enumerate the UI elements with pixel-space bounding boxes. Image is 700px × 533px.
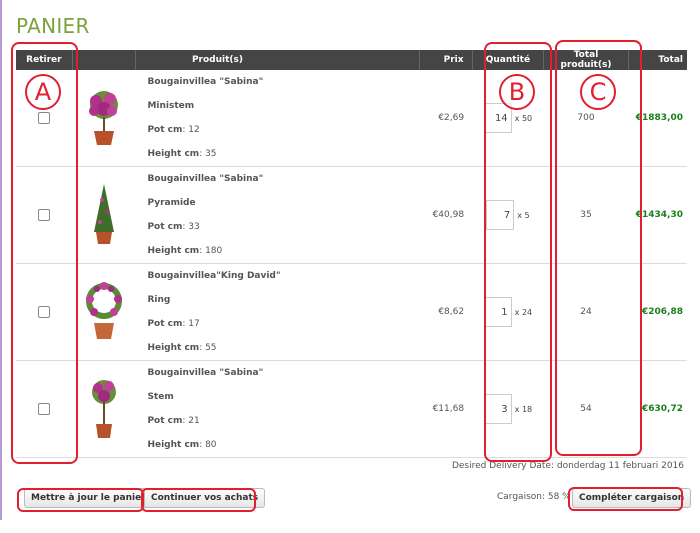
product-image[interactable] [72,70,136,167]
height-label: Height cm [147,440,200,450]
cargaison-status: Cargaison: 58 % [497,492,571,502]
price: €40,98 [419,166,473,264]
price: €11,68 [419,360,473,458]
header-produits: Produit(s) [135,50,421,70]
bougainvillea-stem-icon [91,379,116,438]
product-name: Bougainvillea "Sabina" [147,174,264,184]
annotation-box-complete [568,487,683,511]
left-edge-border [0,0,2,520]
product-type: Stem [147,392,174,402]
bougainvillea-pyramid-icon [93,183,114,244]
pot-label: Pot cm [147,125,183,135]
height-value: : 55 [199,343,217,353]
height-value: : 80 [199,440,217,450]
annotation-box-update [17,488,144,512]
header-image [72,50,136,70]
pot-label: Pot cm [147,416,183,426]
pot-label: Pot cm [147,319,183,329]
product-name: Bougainvillea "Sabina" [147,77,264,87]
product-info: Bougainvillea "Sabina" Stem Pot cm: 21 H… [135,360,420,458]
product-image[interactable] [72,166,136,264]
product-name: Bougainvillea "Sabina" [147,368,264,378]
delivery-date: Desired Delivery Date: donderdag 11 febr… [451,461,684,471]
page-title: PANIER [16,14,90,38]
height-label: Height cm [147,343,200,353]
annotation-label-b: B [499,74,535,110]
product-info: Bougainvillea"King David" Ring Pot cm: 1… [135,263,420,361]
product-info: Bougainvillea "Sabina" Ministem Pot cm: … [135,70,420,167]
height-label: Height cm [147,246,200,256]
annotation-box-continue [141,488,256,512]
product-info: Bougainvillea "Sabina" Pyramide Pot cm: … [135,166,420,264]
product-image[interactable] [72,360,136,458]
bougainvillea-ring-icon [85,281,122,339]
product-type: Ring [147,295,171,305]
annotation-label-a: A [25,74,61,110]
product-image[interactable] [72,263,136,361]
price: €2,69 [419,70,473,167]
pot-value: : 17 [182,319,200,329]
height-label: Height cm [147,149,200,159]
price: €8,62 [419,263,473,361]
product-type: Pyramide [147,198,196,208]
header-prix: Prix [419,50,473,70]
pot-value: : 12 [182,125,200,135]
pot-value: : 21 [182,416,200,426]
product-type: Ministem [147,101,195,111]
pot-value: : 33 [182,222,200,232]
product-name: Bougainvillea"King David" [147,271,281,281]
height-value: : 180 [199,246,223,256]
annotation-label-c: C [580,74,616,110]
height-value: : 35 [199,149,217,159]
pot-label: Pot cm [147,222,183,232]
bougainvillea-ministem-icon [88,90,118,145]
